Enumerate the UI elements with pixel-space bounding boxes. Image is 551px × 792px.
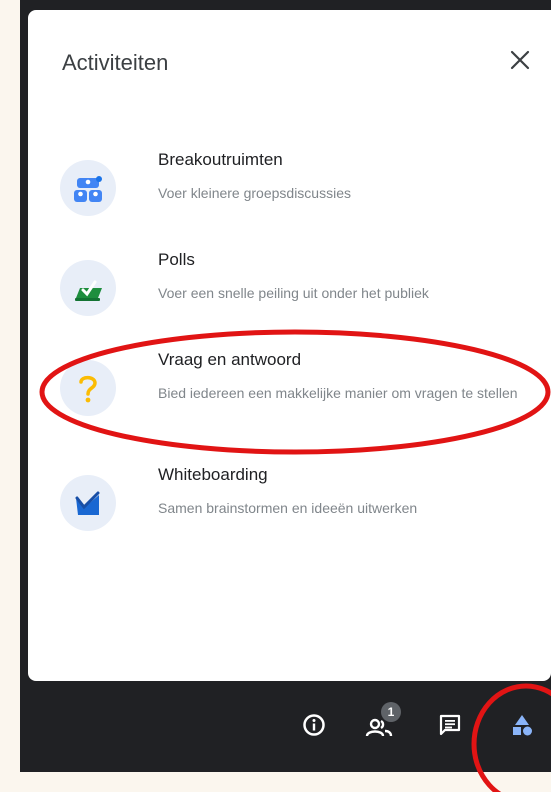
activity-title: Vraag en antwoord [158,350,302,369]
bottom-toolbar: 1 [20,681,551,772]
activities-panel: Activiteiten Breakoutruimten Voer kleine… [28,10,551,681]
close-icon [510,50,530,70]
whiteboard-icon [60,475,116,531]
activity-questions-answers[interactable]: Vraag en antwoord Bied iedereen een makk… [28,342,551,432]
activities-button[interactable] [498,701,546,749]
question-mark-icon [60,360,116,416]
activity-description: Bied iedereen een makkelijke manier om v… [158,385,518,401]
people-count-badge: 1 [381,702,401,722]
activity-description: Voer kleinere groepsdiscussies [158,185,351,201]
activity-breakout-rooms[interactable]: Breakoutruimten Voer kleinere groepsdisc… [28,142,551,232]
breakout-rooms-icon [60,160,116,216]
activities-icon [513,715,532,736]
meeting-details-button[interactable] [290,701,338,749]
polls-icon [60,260,116,316]
chat-button[interactable] [426,701,474,749]
activity-description: Samen brainstormen en ideeën uitwerken [158,500,418,516]
activity-title: Whiteboarding [158,465,268,484]
activity-polls[interactable]: Polls Voer een snelle peiling uit onder … [28,242,551,332]
close-button[interactable] [500,40,540,80]
activity-whiteboarding[interactable]: Whiteboarding Samen brainstormen en idee… [28,457,551,547]
panel-title: Activiteiten [62,50,169,75]
activity-title: Breakoutruimten [158,150,283,169]
info-icon [303,714,325,736]
chat-icon [439,714,461,736]
people-button[interactable]: 1 [355,701,403,749]
activity-description: Voer een snelle peiling uit onder het pu… [158,285,429,301]
activity-title: Polls [158,250,195,269]
